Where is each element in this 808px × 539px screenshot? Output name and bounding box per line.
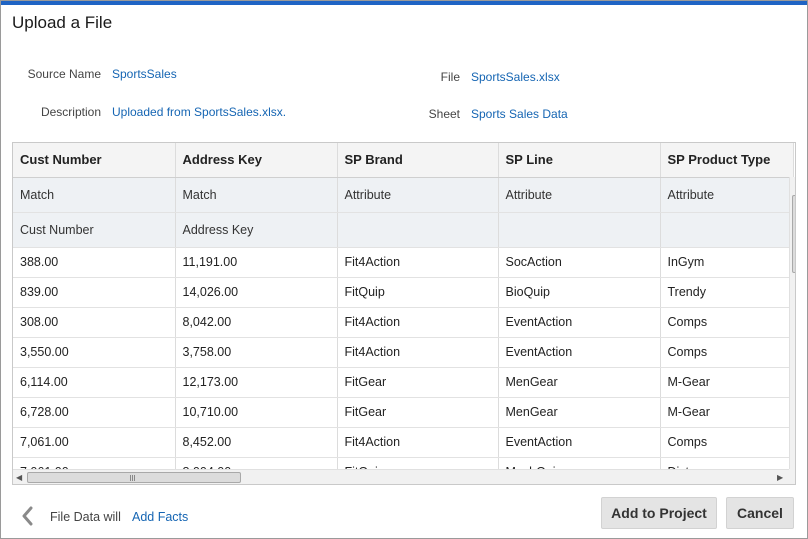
scroll-up-icon[interactable]: ▲: [794, 181, 795, 191]
table-row: 388.00 11,191.00 Fit4Action SocAction In…: [13, 247, 794, 278]
cancel-button[interactable]: Cancel: [726, 497, 794, 529]
source-name-value[interactable]: SportsSales: [112, 67, 177, 81]
table-cell: 11,191.00: [175, 247, 338, 278]
table-row: 3,550.00 3,758.00 Fit4Action EventAction…: [13, 337, 794, 368]
column-role[interactable]: Attribute: [660, 177, 794, 213]
sheet-value[interactable]: Sports Sales Data: [471, 107, 568, 121]
table-cell: Trendy: [660, 277, 794, 308]
column-mapping[interactable]: Address Key: [175, 212, 338, 248]
data-preview-grid: Cust Number Address Key SP Brand SP Line…: [12, 142, 796, 485]
top-accent-bar: [1, 1, 807, 5]
description-label: Description: [40, 105, 101, 119]
table-cell: SocAction: [498, 247, 661, 278]
table-row: 6,114.00 12,173.00 FitGear MenGear M-Gea…: [13, 367, 794, 398]
sheet-label: Sheet: [428, 107, 460, 121]
table-cell: 12,173.00: [175, 367, 338, 398]
table-cell: M-Gear: [660, 367, 794, 398]
table-cell: 8,042.00: [175, 307, 338, 338]
column-header[interactable]: SP Brand: [337, 143, 499, 178]
upload-file-dialog: Upload a File Source Name SportsSales De…: [0, 0, 808, 539]
table-cell: 14,026.00: [175, 277, 338, 308]
table-row: 839.00 14,026.00 FitQuip BioQuip Trendy: [13, 277, 794, 308]
table-cell: Fit4Action: [337, 247, 499, 278]
table-cell: FitQuip: [337, 277, 499, 308]
mapping-row: Cust Number Address Key: [13, 212, 794, 248]
table-row: 7,061.00 8,452.00 Fit4Action EventAction…: [13, 427, 794, 458]
column-mapping[interactable]: Cust Number: [13, 212, 176, 248]
column-header[interactable]: SP Product Type: [660, 143, 794, 178]
table-row: 308.00 8,042.00 Fit4Action EventAction C…: [13, 307, 794, 338]
column-role[interactable]: Match: [13, 177, 176, 213]
table-cell: MenGear: [498, 397, 661, 428]
table-cell: BioQuip: [498, 277, 661, 308]
table-cell: 6,728.00: [13, 397, 176, 428]
table-cell: 3,550.00: [13, 337, 176, 368]
table-cell: 10,710.00: [175, 397, 338, 428]
table-cell: 7,061.00: [13, 427, 176, 458]
table-cell: EventAction: [498, 337, 661, 368]
column-mapping[interactable]: [660, 212, 794, 248]
dialog-title: Upload a File: [12, 13, 113, 32]
scroll-down-icon[interactable]: ▼: [794, 458, 795, 468]
table-cell: EventAction: [498, 427, 661, 458]
column-mapping[interactable]: [337, 212, 499, 248]
table-cell: Fit4Action: [337, 307, 499, 338]
table-cell: Comps: [660, 307, 794, 338]
column-header[interactable]: Cust Number: [13, 143, 176, 178]
column-role[interactable]: Attribute: [337, 177, 499, 213]
table-cell: 308.00: [13, 307, 176, 338]
footer-text: File Data will: [50, 510, 121, 524]
vertical-scroll-thumb[interactable]: [792, 195, 795, 273]
table-cell: MenGear: [498, 367, 661, 398]
preview-table: Cust Number Address Key SP Brand SP Line…: [13, 143, 794, 484]
column-header[interactable]: Address Key: [175, 143, 338, 178]
column-header[interactable]: SP Line: [498, 143, 661, 178]
chevron-left-icon[interactable]: [19, 505, 37, 527]
table-cell: FitGear: [337, 397, 499, 428]
scrollbar-corner: [789, 469, 795, 484]
table-cell: Fit4Action: [337, 337, 499, 368]
header-row: Cust Number Address Key SP Brand SP Line…: [13, 143, 794, 178]
horizontal-scrollbar[interactable]: ◀ ▶: [13, 469, 789, 484]
scroll-right-icon[interactable]: ▶: [777, 473, 783, 483]
add-to-project-button[interactable]: Add to Project: [601, 497, 717, 529]
table-cell: EventAction: [498, 307, 661, 338]
table-cell: 839.00: [13, 277, 176, 308]
horizontal-scroll-thumb[interactable]: [27, 472, 241, 483]
table-cell: M-Gear: [660, 397, 794, 428]
file-value[interactable]: SportsSales.xlsx: [471, 70, 560, 84]
role-row: Match Match Attribute Attribute Attribut…: [13, 177, 794, 213]
source-name-label: Source Name: [27, 67, 101, 81]
table-cell: 3,758.00: [175, 337, 338, 368]
table-row: 6,728.00 10,710.00 FitGear MenGear M-Gea…: [13, 397, 794, 428]
table-cell: InGym: [660, 247, 794, 278]
description-value[interactable]: Uploaded from SportsSales.xlsx.: [112, 105, 286, 119]
table-cell: Fit4Action: [337, 427, 499, 458]
table-cell: 8,452.00: [175, 427, 338, 458]
column-role[interactable]: Attribute: [498, 177, 661, 213]
file-label: File: [440, 70, 460, 84]
vertical-scrollbar[interactable]: ▲ ▼: [789, 177, 795, 470]
column-role[interactable]: Match: [175, 177, 338, 213]
table-cell: Comps: [660, 337, 794, 368]
table-cell: Comps: [660, 427, 794, 458]
column-mapping[interactable]: [498, 212, 661, 248]
table-cell: 388.00: [13, 247, 176, 278]
scroll-left-icon[interactable]: ◀: [16, 473, 22, 483]
add-facts-link[interactable]: Add Facts: [132, 510, 188, 524]
table-cell: FitGear: [337, 367, 499, 398]
table-cell: 6,114.00: [13, 367, 176, 398]
